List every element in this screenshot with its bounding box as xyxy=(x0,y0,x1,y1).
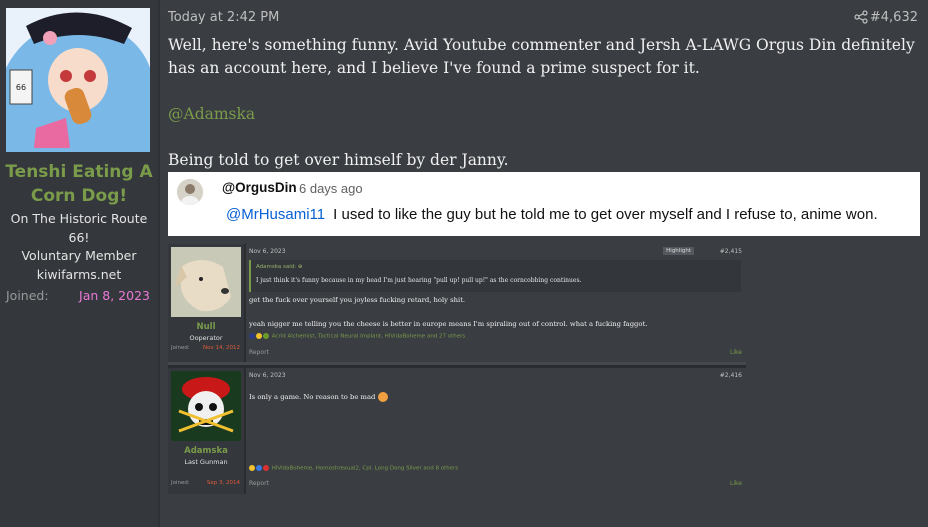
embedded-like-link: Like xyxy=(730,480,742,487)
embedded-report-link: Report xyxy=(249,480,269,487)
avatar-image: 66 xyxy=(6,8,150,152)
youtube-comment-image: @OrgusDin 6 days ago @MrHusami11 I used t… xyxy=(168,172,920,236)
joined-label: Joined: xyxy=(6,288,49,303)
user-title-line: Voluntary Member xyxy=(21,248,137,263)
post-body: Today at 2:42 PM #4,632 Well, here's som… xyxy=(158,0,928,527)
svg-text:66: 66 xyxy=(16,83,26,92)
dog-avatar-image xyxy=(171,247,241,317)
post-number-link[interactable]: #4,632 xyxy=(870,10,918,25)
reaction-icon xyxy=(263,333,269,339)
embedded-avatar xyxy=(171,247,241,317)
embedded-user-title: Last Gunman xyxy=(184,458,228,466)
reactions-text: Acrid Alchemist, Tactical Neural Implant… xyxy=(271,333,466,340)
post-paragraph: Being told to get over himself by der Ja… xyxy=(168,151,509,169)
reaction-icon xyxy=(249,465,255,471)
embedded-username: Null xyxy=(196,322,216,332)
embedded-post-number: #2,416 xyxy=(719,372,742,379)
skull-avatar-image xyxy=(171,371,241,441)
embedded-joined-date: Sep 3, 2014 xyxy=(206,480,240,486)
embedded-post-number: #2,415 xyxy=(719,248,742,255)
reaction-icon xyxy=(263,465,269,471)
embedded-post-text: Is only a game. No reason to be mad xyxy=(249,393,376,401)
embedded-post-body: Nov 6, 2023 #2,416 Is only a game. No re… xyxy=(246,368,746,494)
share-icon[interactable] xyxy=(854,10,868,24)
embedded-post: Adamska Last Gunman Joined: Sep 3, 2014 … xyxy=(168,368,746,494)
embedded-username: Adamska xyxy=(184,446,228,456)
embedded-post-date: Nov 6, 2023 xyxy=(249,372,286,379)
embedded-highlight-badge: Highlight xyxy=(663,247,694,255)
username[interactable]: Tenshi Eating A Corn Dog! xyxy=(0,160,158,208)
commenter-handle: @OrgusDin xyxy=(222,180,297,195)
embedded-avatar xyxy=(171,371,241,441)
embedded-quote-header: Adamska said: ⊕ xyxy=(256,264,303,270)
commenter-avatar xyxy=(177,179,203,205)
embedded-post-text: yeah nigger me telling you the cheese is… xyxy=(249,320,648,328)
embedded-joined-label: Joined: xyxy=(171,480,190,486)
thread-screenshot-image: Null Ooperator Joined: Nov 14, 2012 Nov … xyxy=(168,244,746,494)
user-panel: 66 Tenshi Eating A Corn Dog! On The Hist… xyxy=(0,0,158,527)
embedded-like-link: Like xyxy=(730,349,742,356)
embedded-joined-date: Nov 14, 2012 xyxy=(203,345,240,351)
reaction-icon xyxy=(256,333,262,339)
embedded-post-date: Nov 6, 2023 xyxy=(249,248,286,255)
embedded-user-title: Ooperator xyxy=(189,334,223,342)
embedded-reactions: HIVidaBoheme, Homoshrexual2, Cpl. Long D… xyxy=(249,465,458,472)
user-title-line: On The Historic Route xyxy=(10,211,148,226)
user-mention-link[interactable]: @Adamska xyxy=(168,103,920,126)
reaction-icon xyxy=(256,465,262,471)
joined-date: Jan 8, 2023 xyxy=(79,288,150,303)
user-title: On The Historic Route 66! Voluntary Memb… xyxy=(4,210,154,284)
embedded-reactions: Acrid Alchemist, Tactical Neural Implant… xyxy=(249,333,465,340)
embedded-divider xyxy=(168,362,746,365)
user-title-line: 66! xyxy=(68,229,90,245)
comment-time: 6 days ago xyxy=(299,181,363,196)
embedded-quote: Adamska said: ⊕ I just think it's funny … xyxy=(249,260,741,292)
commenter-avatar-image xyxy=(177,179,203,205)
embedded-user-panel: Adamska Last Gunman Joined: Sep 3, 2014 xyxy=(168,368,244,494)
post-date[interactable]: Today at 2:42 PM xyxy=(168,10,279,25)
emoji-icon xyxy=(377,392,388,402)
reaction-icon xyxy=(249,333,255,339)
user-title-line: kiwifarms.net xyxy=(36,266,122,282)
post-paragraph: Well, here's something funny. Avid Youtu… xyxy=(168,36,915,77)
embedded-post-body: Nov 6, 2023 Highlight #2,415 Adamska sai… xyxy=(246,244,746,362)
embedded-user-panel: Null Ooperator Joined: Nov 14, 2012 xyxy=(168,244,244,362)
user-avatar[interactable]: 66 xyxy=(6,8,150,152)
embedded-post-text: get the fuck over yourself you joyless f… xyxy=(249,296,466,304)
embedded-joined-label: Joined: xyxy=(171,345,190,351)
comment-text: I used to like the guy but he told me to… xyxy=(333,206,878,223)
embedded-post: Null Ooperator Joined: Nov 14, 2012 Nov … xyxy=(168,244,746,362)
reply-mention: @MrHusami11 xyxy=(226,206,326,223)
embedded-report-link: Report xyxy=(249,349,269,356)
comment-text-line: @MrHusami11 I used to like the guy but he… xyxy=(226,206,878,223)
embedded-post-text-line: Is only a game. No reason to be mad xyxy=(249,392,389,402)
reactions-text: HIVidaBoheme, Homoshrexual2, Cpl. Long D… xyxy=(271,465,459,472)
embedded-quote-text: I just think it's funny because in my he… xyxy=(256,277,582,284)
